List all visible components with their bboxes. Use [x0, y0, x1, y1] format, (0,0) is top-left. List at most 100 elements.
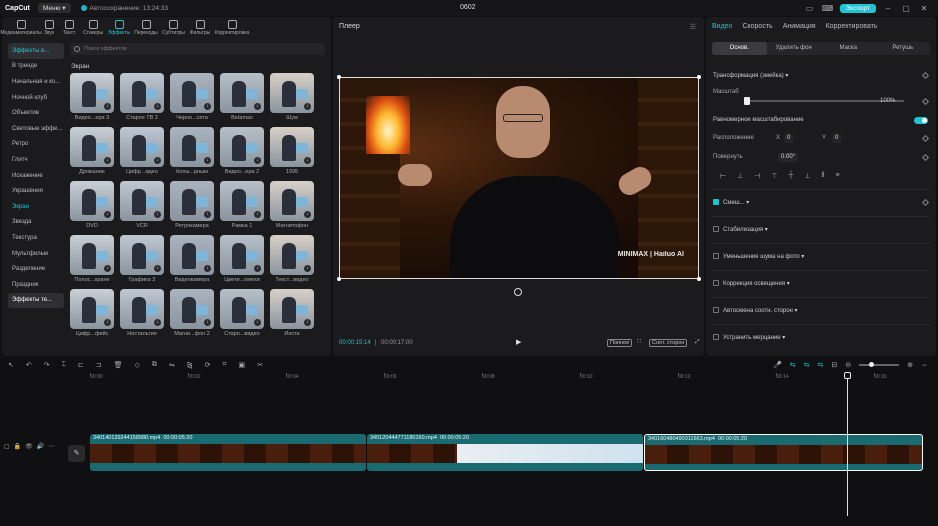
- magnet-icon[interactable]: ⇆: [804, 361, 810, 369]
- download-icon[interactable]: ↓: [204, 211, 211, 218]
- zoom-in-icon[interactable]: ⊕: [907, 361, 913, 369]
- category-item[interactable]: Глитч: [8, 152, 64, 168]
- maximize-icon[interactable]: ▢: [900, 4, 912, 13]
- distribute-v-icon[interactable]: ≡: [835, 172, 839, 180]
- rotate-icon[interactable]: ⟳: [205, 361, 211, 369]
- download-icon[interactable]: ↓: [104, 211, 111, 218]
- track-more-icon[interactable]: ⋯: [48, 443, 54, 450]
- effect-item[interactable]: ↓ Рамка 1: [220, 181, 264, 229]
- category-item[interactable]: Текстура: [8, 230, 64, 246]
- playhead-handle[interactable]: [844, 372, 851, 379]
- layout-icon[interactable]: ▭: [804, 4, 816, 13]
- effect-item[interactable]: ↓ Ностальгия: [120, 289, 164, 337]
- flicker-section[interactable]: Устранить мерцание ▾: [713, 334, 785, 341]
- denoise-checkbox[interactable]: [713, 253, 719, 259]
- download-icon[interactable]: ↓: [104, 157, 111, 164]
- effect-item[interactable]: ↓ Видео...ера 3: [70, 73, 114, 121]
- tool-media[interactable]: Медиаматериалы: [0, 17, 42, 39]
- tool-transitions[interactable]: Переходы: [132, 17, 160, 39]
- timeline-clip[interactable]: 340140139244158980.mp4 00:00:05:20: [90, 434, 366, 471]
- resize-handle-tr[interactable]: [697, 75, 701, 79]
- screenshot-icon[interactable]: ⛶: [635, 339, 643, 346]
- effect-item[interactable]: ↓ Цвети...омехи: [220, 235, 264, 283]
- timeline-clip-selected[interactable]: 340160480490311663.mp4 00:00:05:20: [644, 434, 923, 471]
- video-preview[interactable]: MINIMAX | Hailuo AI: [339, 77, 699, 279]
- effect-item[interactable]: ↓ Графика 3: [120, 235, 164, 283]
- player-menu-icon[interactable]: ☰: [690, 23, 696, 31]
- download-icon[interactable]: ↓: [254, 157, 261, 164]
- align-center-h-icon[interactable]: ⊥: [737, 172, 743, 180]
- align-left-icon[interactable]: ⊢: [720, 172, 726, 180]
- preview-axis-icon[interactable]: ⊟: [831, 361, 837, 369]
- category-item[interactable]: Эффекты в...: [8, 43, 64, 59]
- subtab-remove-bg[interactable]: Удалить фон: [767, 42, 822, 55]
- scale-slider-knob[interactable]: [744, 97, 750, 105]
- category-item[interactable]: Ретро: [8, 137, 64, 153]
- link-main-track-icon[interactable]: ⇆: [790, 361, 796, 369]
- download-icon[interactable]: ↓: [204, 319, 211, 326]
- light-section[interactable]: Коррекция освещения ▾: [713, 280, 790, 287]
- microphone-icon[interactable]: 🎤: [773, 361, 782, 369]
- autoratio-checkbox[interactable]: [713, 307, 719, 313]
- tool-subtitles[interactable]: Субтитры: [160, 17, 187, 39]
- category-item[interactable]: Мультфильм: [8, 246, 64, 262]
- menu-button[interactable]: Меню ▾: [37, 3, 71, 13]
- category-item[interactable]: Звезда: [8, 215, 64, 231]
- scale-value[interactable]: 100%: [880, 98, 895, 104]
- distribute-h-icon[interactable]: ⫴: [822, 172, 825, 180]
- category-item[interactable]: Объектив: [8, 105, 64, 121]
- download-icon[interactable]: ↓: [104, 319, 111, 326]
- timeline-clip[interactable]: 340120444771180160.mp4 00:00:05:20: [367, 434, 643, 471]
- light-checkbox[interactable]: [713, 280, 719, 286]
- download-icon[interactable]: ↓: [154, 265, 161, 272]
- zoom-slider[interactable]: [859, 362, 900, 367]
- category-item[interactable]: Украшения: [8, 183, 64, 199]
- align-right-icon[interactable]: ⊣: [754, 172, 760, 180]
- cover-button[interactable]: ✎: [68, 445, 85, 462]
- export-button[interactable]: Экспорт: [839, 3, 876, 13]
- effect-item[interactable]: ↓ Текст...видео: [270, 235, 314, 283]
- align-center-v-icon[interactable]: ┼: [788, 172, 793, 180]
- split-right-icon[interactable]: ⊐: [96, 361, 102, 369]
- download-icon[interactable]: ↓: [204, 103, 211, 110]
- effect-item[interactable]: ↓ Магни...фон 2: [170, 289, 214, 337]
- track-audio-icon[interactable]: 🔊: [37, 443, 44, 450]
- select-tool-icon[interactable]: ↖: [8, 361, 14, 369]
- fit-icon[interactable]: ▣: [238, 361, 245, 369]
- fullscreen-icon[interactable]: ⤢: [693, 339, 701, 346]
- blend-checkbox[interactable]: [713, 199, 719, 205]
- close-icon[interactable]: ✕: [918, 4, 930, 13]
- uniform-scale-toggle[interactable]: [914, 117, 928, 124]
- stabilize-section[interactable]: Стабилизация ▾: [713, 226, 768, 233]
- download-icon[interactable]: ↓: [304, 319, 311, 326]
- effect-item[interactable]: ↓ Шум: [270, 73, 314, 121]
- download-icon[interactable]: ↓: [204, 265, 211, 272]
- category-item[interactable]: Искажение: [8, 168, 64, 184]
- marker-icon[interactable]: ◇: [134, 361, 139, 369]
- download-icon[interactable]: ↓: [204, 157, 211, 164]
- category-item[interactable]: Разделение: [8, 261, 64, 277]
- tab-speed[interactable]: Скорость: [742, 23, 772, 30]
- keyframe-icon[interactable]: [921, 134, 930, 143]
- effect-item[interactable]: ↓ Цифр...фейс: [70, 289, 114, 337]
- denoise-section[interactable]: Уменьшение шума на фото ▾: [713, 253, 804, 260]
- effect-item[interactable]: ↓ Колы...рным: [170, 127, 214, 175]
- track-lock-icon[interactable]: ▢: [4, 443, 10, 450]
- freeze-icon[interactable]: ⧉: [152, 361, 157, 369]
- effect-item[interactable]: ↓ Betamax: [220, 73, 264, 121]
- timeline-ruler[interactable]: 00:00 00:02 00:04 00:06 00:08 00:10 00:1…: [90, 373, 930, 382]
- tab-animation[interactable]: Анимация: [783, 23, 816, 30]
- subtab-basic[interactable]: Основ.: [712, 42, 767, 55]
- effect-item[interactable]: ↓ Дрожание: [70, 127, 114, 175]
- effect-item[interactable]: ↓ Инста: [270, 289, 314, 337]
- rotate-handle-icon[interactable]: [514, 288, 522, 296]
- effect-item[interactable]: ↓ Магнитофон: [270, 181, 314, 229]
- keyframe-icon[interactable]: [921, 97, 930, 106]
- download-icon[interactable]: ↓: [304, 103, 311, 110]
- tab-video[interactable]: Видео: [712, 23, 732, 30]
- download-icon[interactable]: ↓: [254, 319, 261, 326]
- shortcuts-icon[interactable]: ⌨: [822, 4, 834, 13]
- playhead[interactable]: [847, 374, 848, 516]
- autoratio-section[interactable]: Автосмена соотн. сторон ▾: [713, 307, 798, 314]
- mirror-icon[interactable]: ⧎: [187, 361, 193, 369]
